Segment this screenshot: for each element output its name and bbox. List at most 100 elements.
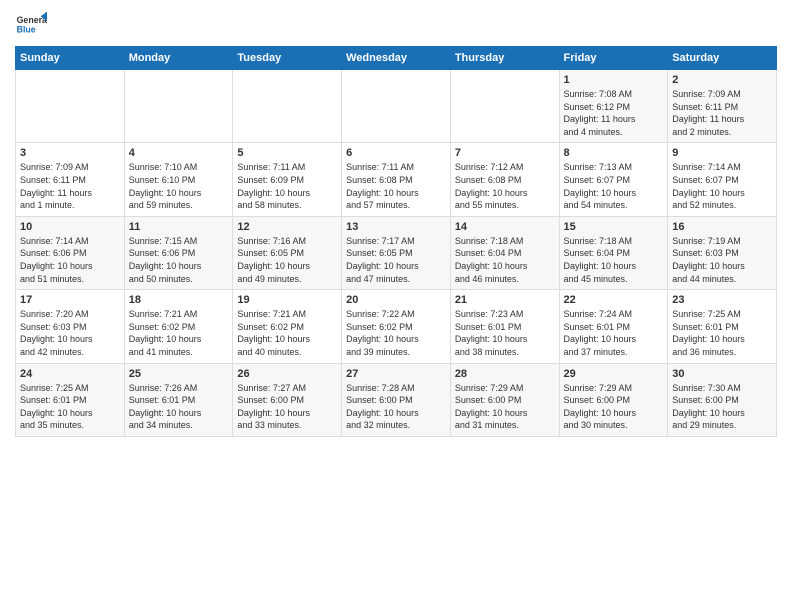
- day-number: 2: [672, 74, 772, 86]
- day-number: 5: [237, 147, 337, 159]
- day-number: 9: [672, 147, 772, 159]
- logo: General Blue: [15, 10, 51, 42]
- calendar-cell: 5 Sunrise: 7:11 AM Sunset: 6:09 PM Daylig…: [233, 143, 342, 216]
- day-info: Sunrise: 7:25 AM Sunset: 6:01 PM Dayligh…: [20, 382, 120, 432]
- calendar-cell: 12Sunrise: 7:16 AM Sunset: 6:05 PM Dayli…: [233, 216, 342, 289]
- calendar-cell: 20 Sunrise: 7:22 AM Sunset: 6:02 PM Dayli…: [342, 290, 451, 363]
- svg-text:Blue: Blue: [17, 24, 36, 34]
- day-number: 20: [346, 294, 446, 306]
- weekday-row: SundayMondayTuesdayWednesdayThursdayFrid…: [16, 47, 777, 70]
- day-number: 26: [237, 368, 337, 380]
- calendar-cell: 11 Sunrise: 7:15 AM Sunset: 6:06 PM Dayli…: [124, 216, 233, 289]
- day-info: Sunrise: 7:30 AM Sunset: 6:00 PM Dayligh…: [672, 382, 772, 432]
- calendar-cell: 9 Sunrise: 7:14 AM Sunset: 6:07 PM Daylig…: [668, 143, 777, 216]
- day-number: 8: [564, 147, 664, 159]
- day-info: Sunrise: 7:08 AM Sunset: 6:12 PM Dayligh…: [564, 88, 664, 138]
- day-number: 13: [346, 221, 446, 233]
- calendar-cell: 29 Sunrise: 7:29 AM Sunset: 6:00 PM Dayli…: [559, 363, 668, 436]
- day-number: 12: [237, 221, 337, 233]
- calendar-cell: 22 Sunrise: 7:24 AM Sunset: 6:01 PM Dayli…: [559, 290, 668, 363]
- logo-icon: General Blue: [15, 10, 47, 42]
- day-info: Sunrise: 7:18 AM Sunset: 6:04 PM Dayligh…: [564, 235, 664, 285]
- day-info: Sunrise: 7:11 AM Sunset: 6:08 PM Dayligh…: [346, 161, 446, 211]
- calendar-cell: 19 Sunrise: 7:21 AM Sunset: 6:02 PM Dayli…: [233, 290, 342, 363]
- day-info: Sunrise: 7:26 AM Sunset: 6:01 PM Dayligh…: [129, 382, 229, 432]
- day-info: Sunrise: 7:14 AM Sunset: 6:07 PM Dayligh…: [672, 161, 772, 211]
- calendar-cell: 7Sunrise: 7:12 AM Sunset: 6:08 PM Daylig…: [450, 143, 559, 216]
- day-number: 17: [20, 294, 120, 306]
- calendar-cell: 18 Sunrise: 7:21 AM Sunset: 6:02 PM Dayli…: [124, 290, 233, 363]
- day-number: 27: [346, 368, 446, 380]
- weekday-header-sunday: Sunday: [16, 47, 125, 70]
- calendar-cell: 23 Sunrise: 7:25 AM Sunset: 6:01 PM Dayli…: [668, 290, 777, 363]
- day-number: 21: [455, 294, 555, 306]
- day-info: Sunrise: 7:18 AM Sunset: 6:04 PM Dayligh…: [455, 235, 555, 285]
- calendar-header: SundayMondayTuesdayWednesdayThursdayFrid…: [16, 47, 777, 70]
- day-info: Sunrise: 7:15 AM Sunset: 6:06 PM Dayligh…: [129, 235, 229, 285]
- calendar-cell: 16 Sunrise: 7:19 AM Sunset: 6:03 PM Dayli…: [668, 216, 777, 289]
- day-number: 4: [129, 147, 229, 159]
- weekday-header-saturday: Saturday: [668, 47, 777, 70]
- calendar-cell: 21 Sunrise: 7:23 AM Sunset: 6:01 PM Dayli…: [450, 290, 559, 363]
- calendar-cell: 13 Sunrise: 7:17 AM Sunset: 6:05 PM Dayli…: [342, 216, 451, 289]
- day-info: Sunrise: 7:23 AM Sunset: 6:01 PM Dayligh…: [455, 308, 555, 358]
- calendar-body: 1 Sunrise: 7:08 AM Sunset: 6:12 PM Daylig…: [16, 70, 777, 437]
- day-info: Sunrise: 7:22 AM Sunset: 6:02 PM Dayligh…: [346, 308, 446, 358]
- calendar-cell: 25 Sunrise: 7:26 AM Sunset: 6:01 PM Dayli…: [124, 363, 233, 436]
- day-number: 16: [672, 221, 772, 233]
- page-header: General Blue: [15, 10, 777, 42]
- calendar-cell: 4Sunrise: 7:10 AM Sunset: 6:10 PM Daylig…: [124, 143, 233, 216]
- calendar-cell: [450, 70, 559, 143]
- weekday-header-monday: Monday: [124, 47, 233, 70]
- day-number: 23: [672, 294, 772, 306]
- day-number: 14: [455, 221, 555, 233]
- day-number: 22: [564, 294, 664, 306]
- calendar-cell: [233, 70, 342, 143]
- calendar-week-5: 24 Sunrise: 7:25 AM Sunset: 6:01 PM Dayli…: [16, 363, 777, 436]
- day-info: Sunrise: 7:11 AM Sunset: 6:09 PM Dayligh…: [237, 161, 337, 211]
- day-info: Sunrise: 7:19 AM Sunset: 6:03 PM Dayligh…: [672, 235, 772, 285]
- calendar-cell: 17Sunrise: 7:20 AM Sunset: 6:03 PM Dayli…: [16, 290, 125, 363]
- day-info: Sunrise: 7:21 AM Sunset: 6:02 PM Dayligh…: [237, 308, 337, 358]
- day-number: 29: [564, 368, 664, 380]
- calendar-cell: [16, 70, 125, 143]
- calendar-cell: 3Sunrise: 7:09 AM Sunset: 6:11 PM Daylig…: [16, 143, 125, 216]
- calendar-cell: [342, 70, 451, 143]
- calendar-cell: 30Sunrise: 7:30 AM Sunset: 6:00 PM Dayli…: [668, 363, 777, 436]
- calendar-cell: 14 Sunrise: 7:18 AM Sunset: 6:04 PM Dayli…: [450, 216, 559, 289]
- day-info: Sunrise: 7:29 AM Sunset: 6:00 PM Dayligh…: [455, 382, 555, 432]
- calendar-table: SundayMondayTuesdayWednesdayThursdayFrid…: [15, 46, 777, 437]
- day-info: Sunrise: 7:17 AM Sunset: 6:05 PM Dayligh…: [346, 235, 446, 285]
- day-number: 7: [455, 147, 555, 159]
- day-number: 28: [455, 368, 555, 380]
- calendar-cell: 15 Sunrise: 7:18 AM Sunset: 6:04 PM Dayli…: [559, 216, 668, 289]
- day-number: 3: [20, 147, 120, 159]
- day-info: Sunrise: 7:21 AM Sunset: 6:02 PM Dayligh…: [129, 308, 229, 358]
- day-number: 25: [129, 368, 229, 380]
- weekday-header-friday: Friday: [559, 47, 668, 70]
- calendar-cell: 10Sunrise: 7:14 AM Sunset: 6:06 PM Dayli…: [16, 216, 125, 289]
- day-info: Sunrise: 7:28 AM Sunset: 6:00 PM Dayligh…: [346, 382, 446, 432]
- calendar-cell: 26Sunrise: 7:27 AM Sunset: 6:00 PM Dayli…: [233, 363, 342, 436]
- day-number: 10: [20, 221, 120, 233]
- calendar-week-2: 3Sunrise: 7:09 AM Sunset: 6:11 PM Daylig…: [16, 143, 777, 216]
- calendar-cell: 27 Sunrise: 7:28 AM Sunset: 6:00 PM Dayli…: [342, 363, 451, 436]
- weekday-header-tuesday: Tuesday: [233, 47, 342, 70]
- calendar-week-3: 10Sunrise: 7:14 AM Sunset: 6:06 PM Dayli…: [16, 216, 777, 289]
- day-number: 6: [346, 147, 446, 159]
- day-number: 24: [20, 368, 120, 380]
- day-number: 15: [564, 221, 664, 233]
- calendar-cell: 6 Sunrise: 7:11 AM Sunset: 6:08 PM Daylig…: [342, 143, 451, 216]
- calendar-week-4: 17Sunrise: 7:20 AM Sunset: 6:03 PM Dayli…: [16, 290, 777, 363]
- day-info: Sunrise: 7:09 AM Sunset: 6:11 PM Dayligh…: [672, 88, 772, 138]
- day-number: 18: [129, 294, 229, 306]
- day-number: 19: [237, 294, 337, 306]
- day-info: Sunrise: 7:29 AM Sunset: 6:00 PM Dayligh…: [564, 382, 664, 432]
- day-info: Sunrise: 7:25 AM Sunset: 6:01 PM Dayligh…: [672, 308, 772, 358]
- calendar-cell: 2 Sunrise: 7:09 AM Sunset: 6:11 PM Daylig…: [668, 70, 777, 143]
- calendar-cell: 24 Sunrise: 7:25 AM Sunset: 6:01 PM Dayli…: [16, 363, 125, 436]
- calendar-cell: 8Sunrise: 7:13 AM Sunset: 6:07 PM Daylig…: [559, 143, 668, 216]
- day-info: Sunrise: 7:24 AM Sunset: 6:01 PM Dayligh…: [564, 308, 664, 358]
- day-number: 1: [564, 74, 664, 86]
- day-number: 11: [129, 221, 229, 233]
